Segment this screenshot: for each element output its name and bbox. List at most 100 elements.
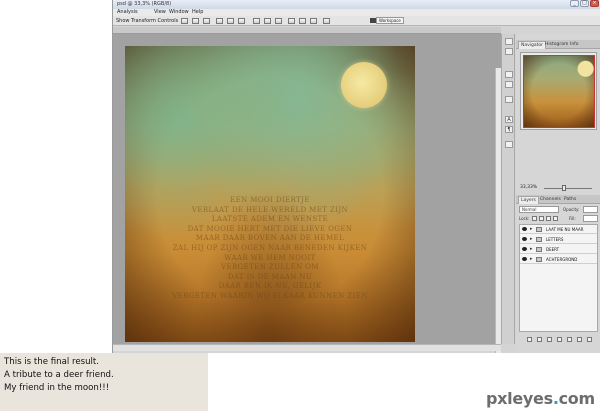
opacity-field[interactable] [583, 206, 598, 213]
canvas-area[interactable]: EEN MOOI DIERTJE VERLAAT DE HELE WERELD M… [113, 34, 501, 353]
poem-line: VERGETEN WAARIN WIJ ELKAAR KUNNEN ZIEN [172, 291, 368, 300]
watermark-text: pxleyes [486, 389, 553, 408]
folder-icon [536, 227, 542, 232]
info-icon[interactable] [505, 48, 513, 55]
window-title: psd @ 33,3% (RGB/8) [117, 1, 172, 7]
zoom-value[interactable]: 33,33% [520, 185, 537, 190]
zoom-slider[interactable] [544, 188, 592, 189]
new-group-icon[interactable] [567, 337, 572, 342]
workspace-label: Workspace [379, 18, 401, 23]
layer-name[interactable]: LAAT ME NU MAAR [546, 227, 584, 232]
navigator-view-box[interactable] [523, 55, 595, 128]
opacity-label: Opacity: [563, 207, 580, 212]
close-button[interactable]: × [590, 0, 599, 7]
distribute-middle-icon[interactable] [264, 18, 271, 24]
poem-line: MAAR DAAR BOVEN AAN DE HEMEL [195, 234, 345, 243]
poem-line: VERGETEN ZULLEN OM [221, 263, 319, 272]
distribute-top-icon[interactable] [253, 18, 260, 24]
layer-row[interactable]: ▸ DEERT [520, 245, 597, 254]
menu-view[interactable]: View [154, 9, 166, 16]
layers-panel-tabs: Layers Channels Paths [516, 195, 600, 204]
new-layer-icon[interactable] [577, 337, 582, 342]
eye-icon[interactable] [522, 237, 527, 241]
align-middle-icon[interactable] [192, 18, 199, 24]
align-center-icon[interactable] [227, 18, 234, 24]
align-right-icon[interactable] [238, 18, 245, 24]
poem-line: DAAR BEN IK NU, GELIJK [218, 282, 322, 291]
paragraph-icon[interactable]: ¶ [505, 126, 513, 133]
poem-line: DAT IS DE MAAN NU [227, 272, 313, 281]
align-top-icon[interactable] [181, 18, 188, 24]
pxleyes-watermark: pxleyes.com [486, 389, 595, 408]
distribute-left-icon[interactable] [288, 18, 295, 24]
tab-layers[interactable]: Layers [518, 196, 539, 204]
panel-icon-dock: A ¶ [501, 34, 515, 344]
poem-line: ZAL HIJ OP ZIJN OGEN NAAR BENEDEN KIJKEN [172, 243, 368, 252]
adjustment-layer-icon[interactable] [557, 337, 562, 342]
eye-icon[interactable] [522, 247, 527, 251]
poem-line: LAATSTE ADEM EN WENSTE [211, 215, 329, 224]
layers-icon[interactable] [505, 141, 513, 148]
menu-help[interactable]: Help [192, 9, 203, 16]
horizontal-scrollbar[interactable] [113, 344, 501, 351]
text-icon[interactable]: A [505, 116, 513, 123]
layer-style-icon[interactable] [537, 337, 542, 342]
lock-transparency-icon[interactable] [532, 216, 537, 221]
layer-name[interactable]: ACHTERGROND [546, 257, 577, 262]
menu-window[interactable]: Window [169, 9, 189, 16]
lock-image-icon[interactable] [539, 216, 544, 221]
tab-info[interactable]: Info [568, 41, 581, 49]
layer-mask-icon[interactable] [547, 337, 552, 342]
panels-column: Navigator Histogram Info 33,33% Layers C… [516, 34, 600, 353]
link-layers-icon[interactable] [527, 337, 532, 342]
tab-navigator[interactable]: Navigator [518, 41, 547, 49]
brush-icon[interactable] [505, 96, 513, 103]
expand-arrow-icon[interactable]: ▸ [530, 236, 533, 242]
fill-field[interactable] [583, 215, 598, 222]
options-bar: Show Transform Controls Workspace [113, 16, 600, 26]
eye-icon[interactable] [522, 257, 527, 261]
navigator-thumbnail[interactable] [520, 52, 597, 130]
tab-channels[interactable]: Channels [538, 196, 563, 204]
distribute-bottom-icon[interactable] [275, 18, 282, 24]
delete-layer-icon[interactable] [587, 337, 592, 342]
minimize-button[interactable]: _ [570, 0, 579, 7]
distribute-right-icon[interactable] [310, 18, 317, 24]
lock-position-icon[interactable] [546, 216, 551, 221]
blend-mode-select[interactable]: Normal [519, 206, 559, 213]
poem-text: EEN MOOI DIERTJE VERLAAT DE HELE WERELD M… [131, 196, 409, 302]
maximize-button[interactable]: □ [580, 0, 589, 7]
scissors-icon[interactable] [505, 71, 513, 78]
pin-icon[interactable] [505, 81, 513, 88]
distribute-center-icon[interactable] [299, 18, 306, 24]
tab-histogram[interactable]: Histogram [543, 41, 570, 49]
expand-arrow-icon[interactable]: ▸ [530, 226, 533, 232]
zoom-slider-handle[interactable] [562, 185, 566, 191]
layer-name[interactable]: LETTERS [546, 237, 563, 242]
navigator-panel-tabs: Navigator Histogram Info [516, 40, 600, 49]
layer-name[interactable]: DEERT [546, 247, 559, 252]
zoom-row: 33,33% [516, 184, 600, 192]
lock-row: Lock: Fill: [519, 215, 598, 222]
photoshop-window: psd @ 33,3% (RGB/8) _ □ × Analysis View … [112, 0, 600, 353]
expand-arrow-icon[interactable]: ▸ [530, 246, 533, 252]
blend-row: Normal Opacity: [519, 206, 598, 213]
eye-icon[interactable] [522, 227, 527, 231]
lock-all-icon[interactable] [553, 216, 558, 221]
document-tab-strip [113, 27, 501, 34]
poem-line: VERLAAT DE HELE WERELD MET ZIJN [191, 205, 349, 214]
layer-row[interactable]: ▸ LAAT ME NU MAAR [520, 225, 597, 234]
align-left-icon[interactable] [216, 18, 223, 24]
layer-row[interactable]: ▸ ACHTERGROND [520, 255, 597, 264]
double-arrow-icon[interactable] [505, 38, 513, 45]
layer-row[interactable]: ▸ LETTERS [520, 235, 597, 244]
artwork-canvas[interactable]: EEN MOOI DIERTJE VERLAAT DE HELE WERELD M… [125, 46, 415, 342]
align-bottom-icon[interactable] [203, 18, 210, 24]
tab-paths[interactable]: Paths [562, 196, 578, 204]
menu-bar: Analysis View Window Help [113, 9, 600, 16]
fill-label: Fill: [569, 216, 576, 221]
show-transform-controls-label[interactable]: Show Transform Controls [116, 18, 178, 24]
menu-analysis[interactable]: Analysis [117, 9, 138, 16]
auto-align-icon[interactable] [323, 18, 330, 24]
expand-arrow-icon[interactable]: ▸ [530, 256, 533, 262]
